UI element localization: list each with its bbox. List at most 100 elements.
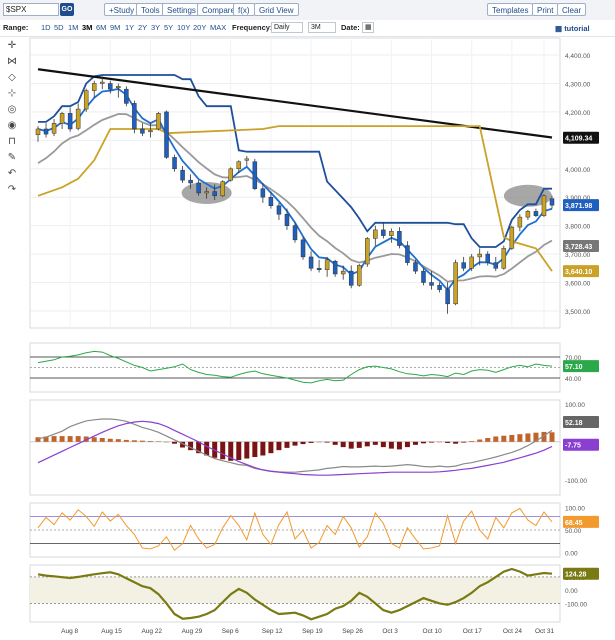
macd-histogram-bar	[380, 441, 386, 448]
macd-histogram-bar	[244, 441, 250, 459]
candle-body	[389, 231, 394, 236]
x-tick-label: Aug 22	[141, 628, 162, 635]
cci-tick-label: 0.00	[565, 588, 578, 595]
candle-body	[91, 83, 97, 91]
price-value-label-3: 3,640.10	[565, 269, 592, 276]
candle-body	[124, 88, 129, 104]
candle-body	[100, 81, 105, 84]
macd-histogram-bar	[364, 441, 370, 447]
candle-body	[164, 111, 169, 158]
price-tick-label: 4,200.00	[565, 110, 591, 117]
candle-body	[405, 245, 410, 263]
candle-body	[373, 229, 378, 239]
macd-histogram-bar	[396, 441, 402, 450]
macd-histogram-bar	[139, 440, 145, 442]
stoch-tick-label: 50.00	[565, 528, 582, 535]
macd-signal-value-label: -7.75	[565, 443, 581, 450]
macd-histogram-bar	[332, 441, 338, 445]
candle-body	[67, 113, 73, 130]
macd-histogram-bar	[421, 441, 426, 444]
candle-body	[357, 265, 362, 286]
macd-histogram-bar	[236, 441, 242, 461]
candle-body	[461, 262, 466, 269]
candle-body	[148, 130, 153, 133]
candle-body	[51, 123, 57, 134]
x-tick-label: Oct 31	[535, 628, 555, 635]
chart-area[interactable]: 3,500.003,600.003,700.003,800.003,900.00…	[0, 0, 615, 640]
candle-body	[533, 211, 539, 216]
price-value-label-1: 3,871.98	[565, 203, 592, 210]
macd-histogram-bar	[501, 435, 507, 442]
candle-body	[437, 285, 442, 290]
macd-histogram-bar	[147, 441, 153, 442]
candle-body	[228, 168, 233, 181]
candle-body	[59, 113, 65, 124]
candle-body	[316, 268, 322, 270]
candle-body	[348, 270, 354, 286]
macd-histogram-bar	[300, 441, 306, 445]
candle-body	[509, 226, 515, 249]
macd-histogram-bar	[123, 439, 129, 442]
candle-body	[413, 262, 418, 272]
main-plot-frame	[29, 37, 561, 329]
macd-tick-label: 100.00	[565, 402, 585, 409]
candle-body	[276, 205, 282, 215]
candle-body	[140, 128, 145, 134]
candle-body	[156, 113, 161, 130]
macd-histogram-bar	[75, 436, 81, 442]
macd-histogram-bar	[252, 441, 258, 457]
candle-body	[180, 169, 185, 181]
stoch-tick-label: 0.00	[565, 551, 578, 558]
price-tick-label: 3,600.00	[565, 281, 591, 288]
macd-histogram-bar	[155, 441, 161, 442]
macd-histogram-bar	[292, 441, 298, 446]
candle-body	[35, 128, 41, 135]
candle-body	[220, 181, 225, 197]
macd-histogram-bar	[493, 436, 499, 442]
candle-body	[549, 198, 555, 206]
candle-body	[260, 188, 266, 198]
candle-body	[244, 158, 250, 161]
candle-body	[108, 83, 113, 90]
macd-value-label: 52.18	[565, 420, 583, 427]
macd-histogram-bar	[549, 432, 555, 442]
macd-histogram-bar	[372, 441, 378, 445]
macd-histogram-bar	[477, 439, 483, 442]
candle-body	[429, 282, 434, 286]
candle-body	[132, 103, 137, 130]
macd-histogram-bar	[107, 438, 113, 442]
candle-body	[188, 179, 193, 184]
candle-body	[381, 229, 386, 236]
macd-histogram-bar	[204, 441, 210, 456]
macd-histogram-bar	[308, 441, 314, 443]
cci-tick-label: -100.00	[565, 601, 587, 608]
macd-histogram-bar	[517, 434, 523, 442]
candle-body	[172, 157, 177, 170]
candle-body	[517, 216, 523, 228]
x-tick-label: Sep 6	[222, 628, 239, 635]
candle-body	[493, 262, 499, 269]
macd-histogram-bar	[340, 441, 346, 448]
candle-body	[445, 289, 450, 305]
candle-body	[365, 238, 370, 265]
macd-histogram-bar	[437, 441, 443, 443]
candle-body	[268, 196, 274, 206]
macd-histogram-bar	[316, 441, 322, 443]
price-tick-label: 4,000.00	[565, 167, 591, 174]
candle-body	[292, 225, 298, 241]
x-tick-label: Oct 10	[423, 628, 443, 635]
price-value-label-2: 3,728.43	[565, 244, 592, 251]
macd-histogram-bar	[220, 441, 226, 460]
macd-histogram-bar	[260, 441, 266, 456]
candle-body	[196, 182, 201, 194]
candle-body	[485, 253, 490, 263]
candle-body	[75, 108, 81, 129]
candle-body	[83, 90, 89, 110]
x-tick-label: Aug 15	[101, 628, 122, 635]
price-tick-label: 4,300.00	[565, 81, 591, 88]
candle-body	[252, 161, 258, 189]
macd-histogram-bar	[99, 438, 105, 442]
x-tick-label: Aug 8	[61, 628, 78, 635]
price-tick-label: 3,700.00	[565, 252, 591, 259]
x-tick-label: Oct 17	[463, 628, 483, 635]
